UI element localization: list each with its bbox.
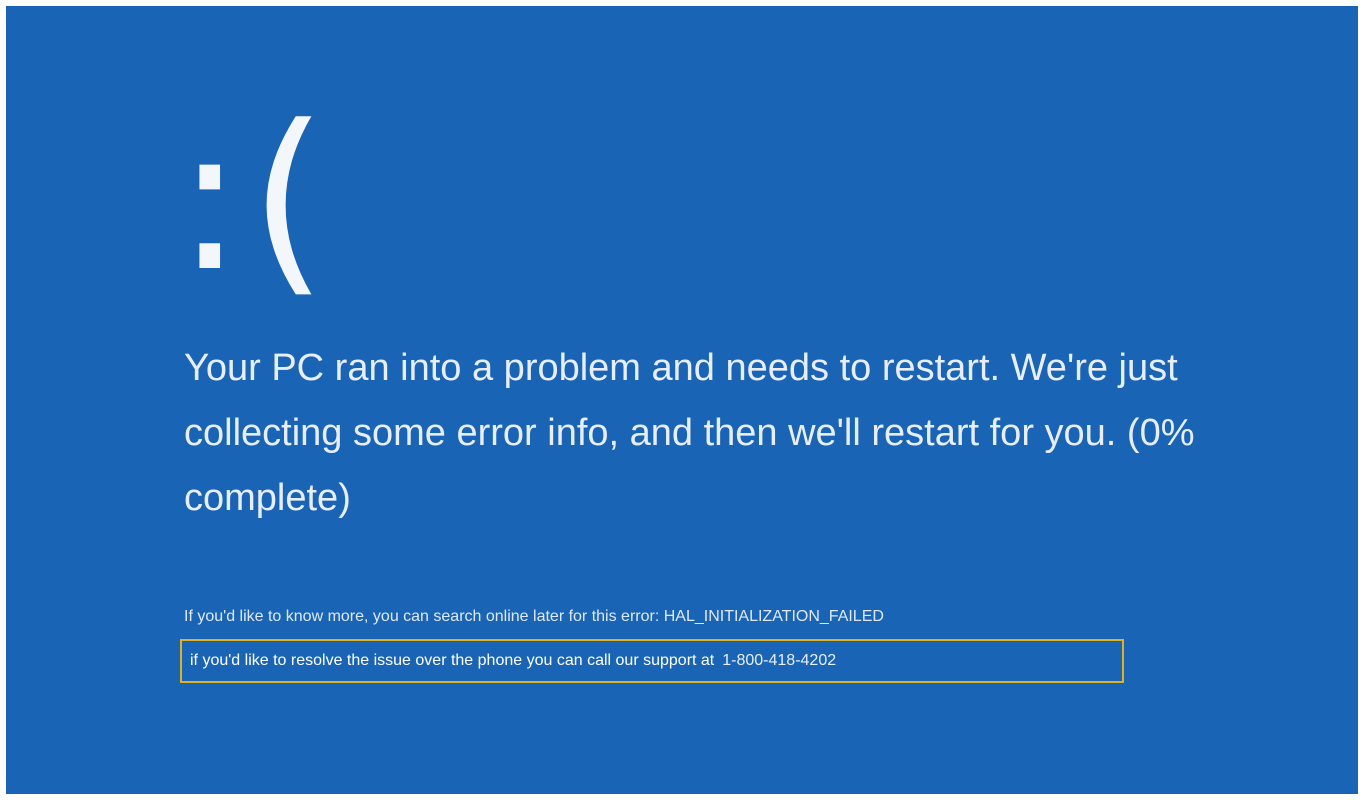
support-message: if you'd like to resolve the issue over … (190, 650, 836, 672)
sad-face-emoticon: :( (176, 83, 334, 316)
support-highlight-box: if you'd like to resolve the issue over … (180, 639, 1124, 683)
support-text: if you'd like to resolve the issue over … (190, 652, 715, 669)
error-code-info: If you'd like to know more, you can sear… (184, 608, 884, 625)
bsod-screen: :( Your PC ran into a problem and needs … (6, 6, 1358, 794)
error-message: Your PC ran into a problem and needs to … (184, 347, 1195, 519)
support-phone-number: 1-800-418-4202 (722, 652, 837, 669)
